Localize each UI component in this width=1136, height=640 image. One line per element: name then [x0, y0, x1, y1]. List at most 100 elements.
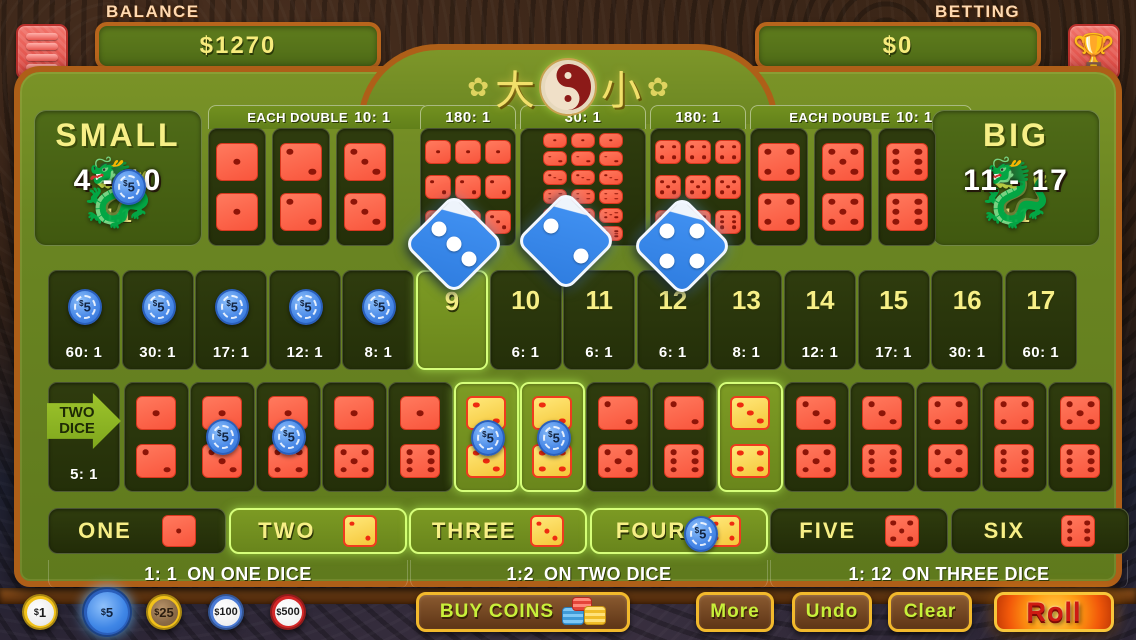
combo-bet-1-6[interactable]	[388, 382, 453, 492]
pill-ratio: 10: 1	[354, 109, 391, 126]
total-bet-14[interactable]: 14 12: 1	[784, 270, 856, 370]
die-face-4	[994, 396, 1035, 430]
right-double-4[interactable]	[750, 128, 808, 246]
chip-selector-25[interactable]: $25	[146, 594, 182, 630]
roll-button-label: Roll	[1026, 596, 1082, 627]
coin-stack-icon	[562, 597, 607, 627]
placed-chip[interactable]: $5	[206, 419, 240, 455]
single-bet-two[interactable]: TWO	[228, 508, 407, 554]
betting-table: ✿ 大 小 ✿ EACH DOUBLE 10: 1 180: 1 30: 1 180: …	[14, 44, 1129, 588]
single-bet-five[interactable]: FIVE	[770, 508, 948, 554]
placed-chip[interactable]: $5	[68, 289, 102, 325]
total-number: 10	[511, 285, 541, 315]
die-face-4	[730, 444, 771, 478]
more-button[interactable]: More	[696, 592, 774, 632]
betting-meter: $0	[755, 22, 1041, 70]
placed-chip[interactable]: $5	[272, 419, 306, 455]
total-bet-15[interactable]: 15 17: 1	[857, 270, 930, 370]
combo-bet-1-2[interactable]	[124, 382, 189, 492]
triple-row-3	[543, 170, 623, 186]
left-double-1[interactable]	[208, 128, 266, 246]
combo-bet-3-6[interactable]	[850, 382, 915, 492]
total-bet-6[interactable]: 6 17: 1$5	[195, 270, 268, 370]
total-bet-5[interactable]: 5 30: 1$5	[121, 270, 194, 370]
total-bet-16[interactable]: 16 30: 1	[931, 270, 1004, 370]
game-logo: ✿ 大 小 ✿	[418, 54, 718, 120]
single-bet-three[interactable]: THREE	[409, 508, 587, 554]
combo-bet-2-5[interactable]	[586, 382, 651, 492]
roll-button[interactable]: Roll	[994, 592, 1114, 632]
placed-chip[interactable]: $5	[112, 169, 146, 205]
single-bet-four[interactable]: FOUR $5	[589, 508, 768, 554]
single-bet-label: FIVE	[799, 518, 857, 543]
pill-label: EACH DOUBLE	[247, 110, 349, 125]
placed-chip[interactable]: $5	[288, 289, 323, 325]
total-bet-11[interactable]: 11 6: 1	[563, 270, 636, 370]
combo-bet-4-6[interactable]	[982, 382, 1047, 492]
total-odds: 30: 1	[139, 344, 176, 361]
die-face-5	[685, 175, 711, 199]
combo-bet-1-5[interactable]	[322, 382, 387, 492]
undo-button-label: Undo	[805, 601, 859, 622]
total-bet-4[interactable]: 4 60: 1$5	[48, 270, 120, 370]
combo-bet-3-4[interactable]	[718, 382, 783, 492]
placed-chip[interactable]: $5	[215, 289, 250, 325]
small-bet-area[interactable]: SMALL 🐉 4 - 10 $5 1:1	[34, 110, 202, 246]
die-face-5	[796, 444, 837, 478]
logo-char-small: 小	[601, 68, 641, 114]
placed-chip[interactable]: $5	[471, 420, 505, 456]
combo-bet-2-3[interactable]: $5	[454, 382, 519, 492]
clear-button-label: Clear	[903, 601, 957, 622]
chip-selector-500[interactable]: $500	[270, 594, 306, 630]
total-bet-8[interactable]: 8 8: 1$5	[342, 270, 415, 370]
undo-button[interactable]: Undo	[792, 592, 872, 632]
combo-bet-1-4[interactable]: $5	[256, 382, 321, 492]
die-face-1	[161, 515, 196, 547]
combo-bet-4-5[interactable]	[916, 382, 981, 492]
chip-selector-1[interactable]: $1	[22, 594, 58, 630]
total-number: 17	[1026, 285, 1056, 315]
total-bet-13[interactable]: 13 8: 1	[710, 270, 783, 370]
combo-bet-2-6[interactable]	[652, 382, 717, 492]
chip-selector-100[interactable]: $100	[208, 594, 244, 630]
die-face-1	[599, 132, 623, 148]
chip-value: $1	[26, 598, 54, 626]
big-bet-area[interactable]: BIG 🐉 11 - 17 1:1	[932, 110, 1100, 246]
single-bet-label: SIX	[983, 518, 1026, 543]
combo-bet-3-5[interactable]	[784, 382, 849, 492]
placed-chip[interactable]: $5	[537, 420, 571, 456]
single-bet-six[interactable]: SIX	[950, 508, 1129, 554]
placed-chip[interactable]: $5	[141, 289, 176, 325]
die-face-2	[280, 193, 322, 231]
total-odds: 6: 1	[511, 344, 540, 361]
die-face-2	[455, 175, 481, 199]
chip-value: $100	[212, 598, 240, 626]
left-double-2[interactable]	[272, 128, 330, 246]
single-bet-label: THREE	[431, 518, 517, 543]
total-bet-7[interactable]: 7 12: 1$5	[268, 270, 341, 370]
die-face-1	[334, 396, 375, 430]
combo-bet-5-6[interactable]	[1048, 382, 1113, 492]
total-bet-10[interactable]: 10 6: 1	[489, 270, 562, 370]
die-face-1	[485, 140, 511, 164]
buy-coins-button[interactable]: BUY COINS	[416, 592, 630, 632]
yin-yang-icon	[541, 60, 595, 114]
die-face-1	[455, 140, 481, 164]
placed-chip[interactable]: $5	[362, 289, 397, 325]
die-face-4	[655, 140, 681, 164]
single-bet-one[interactable]: ONE	[48, 508, 226, 554]
right-double-6[interactable]	[878, 128, 936, 246]
die-face-5	[822, 193, 864, 231]
total-odds: 6: 1	[585, 344, 614, 361]
die-face-2	[342, 515, 377, 547]
right-double-5[interactable]	[814, 128, 872, 246]
total-bet-17[interactable]: 17 60: 1	[1004, 270, 1077, 370]
left-double-3[interactable]	[336, 128, 394, 246]
clear-button[interactable]: Clear	[888, 592, 972, 632]
combo-bet-2-4[interactable]: $5	[520, 382, 585, 492]
placed-chip[interactable]: $5	[683, 516, 718, 552]
chip-selector-5[interactable]: $5	[82, 587, 132, 637]
combo-bet-1-3[interactable]: $5	[190, 382, 255, 492]
betting-value: $0	[882, 32, 914, 59]
die-face-2	[485, 175, 511, 199]
